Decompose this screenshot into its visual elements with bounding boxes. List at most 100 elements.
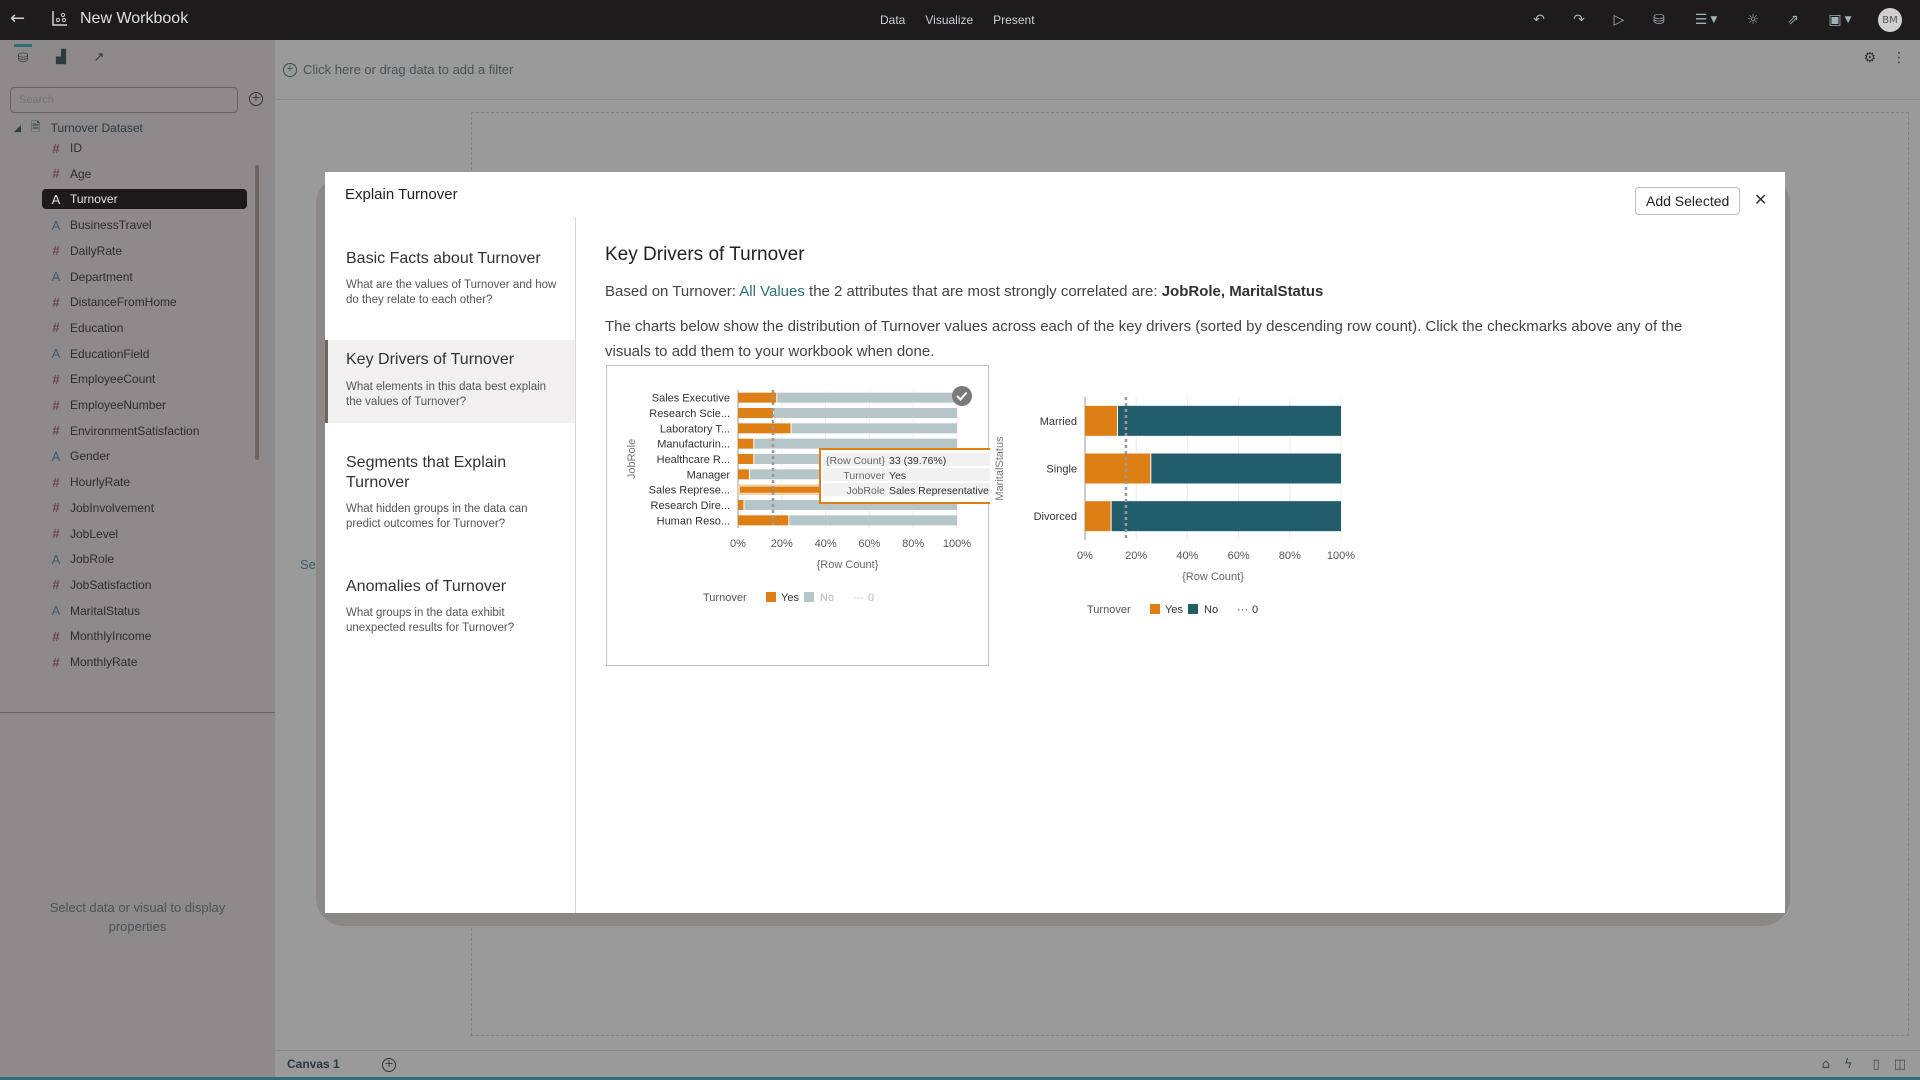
number-type-icon: #	[52, 166, 60, 182]
bar-no[interactable]	[1118, 405, 1341, 436]
dataset-node[interactable]: ◢ 🗎 Turnover Dataset	[14, 118, 143, 138]
bar-yes[interactable]	[738, 392, 777, 403]
bar-yes[interactable]	[738, 438, 754, 449]
visualizations-tab-icon[interactable]: ▟	[52, 50, 70, 68]
field-item[interactable]: # EmployeeCount	[42, 369, 247, 389]
field-item[interactable]: A Turnover	[42, 189, 247, 210]
canvas-toolbar: ⚙ ⋮	[1863, 50, 1906, 66]
field-item[interactable]: A Gender	[42, 446, 247, 466]
field-item[interactable]: # MonthlyIncome	[42, 626, 247, 646]
tree-scrollbar[interactable]	[255, 165, 259, 460]
bar-yes[interactable]	[1085, 501, 1111, 532]
analytics-tab-icon[interactable]: ↗	[90, 50, 108, 68]
close-icon[interactable]: ✕	[1754, 190, 1767, 210]
text-type-icon: A	[51, 448, 61, 464]
nav-anomalies[interactable]: Anomalies of Turnover What groups in the…	[325, 577, 575, 636]
field-item[interactable]: # Age	[42, 164, 247, 184]
save-menu-icon[interactable]: ▣ ▼	[1824, 10, 1856, 30]
auto-insights-icon[interactable]: ⚙	[1863, 50, 1876, 66]
right-panel-toggle-icon[interactable]: ◫	[1894, 1057, 1906, 1072]
field-item[interactable]: A BusinessTravel	[42, 215, 247, 235]
field-item[interactable]: # DailyRate	[42, 241, 247, 261]
legend-label-no[interactable]: No	[820, 592, 834, 604]
bar-no[interactable]	[777, 392, 957, 403]
add-filter-prompt[interactable]: + Click here or drag data to add a filte…	[283, 62, 513, 77]
field-item[interactable]: # DistanceFromHome	[42, 292, 247, 312]
bar-yes[interactable]	[1085, 453, 1151, 484]
field-item[interactable]: # Education	[42, 318, 247, 338]
bar-no[interactable]	[774, 408, 957, 418]
undo-icon[interactable]: ↶	[1530, 10, 1548, 30]
bar-yes[interactable]	[738, 500, 744, 510]
summary-text: Based on Turnover: All Values the 2 attr…	[605, 283, 1765, 300]
bar-yes[interactable]	[738, 408, 774, 418]
field-name: EmployeeNumber	[70, 398, 167, 412]
collapse-triangle-icon[interactable]: ◢	[14, 123, 21, 134]
tab-data[interactable]: Data	[880, 13, 905, 27]
redo-icon[interactable]: ↷	[1570, 10, 1588, 30]
insights-lightbulb-icon[interactable]: ☼	[1744, 10, 1762, 30]
nav-basic-facts[interactable]: Basic Facts about Turnover What are the …	[325, 249, 575, 308]
field-name: JobSatisfaction	[70, 577, 152, 592]
bar-no[interactable]	[1111, 501, 1341, 532]
field-item[interactable]: # JobInvolvement	[42, 498, 247, 518]
play-icon[interactable]: ▷	[1610, 10, 1628, 30]
bar-no[interactable]	[791, 423, 957, 434]
field-item[interactable]: # EmployeeNumber	[42, 395, 247, 415]
filter-bar[interactable]: + Click here or drag data to add a filte…	[275, 40, 1920, 100]
field-item[interactable]: A MaritalStatus	[42, 601, 247, 621]
bar-yes[interactable]	[738, 515, 789, 526]
field-item[interactable]: # HourlyRate	[42, 472, 247, 492]
search-input[interactable]	[10, 87, 238, 113]
left-panel-toggle-icon[interactable]: ▯	[1873, 1057, 1880, 1072]
field-item[interactable]: # JobLevel	[42, 524, 247, 544]
field-item[interactable]: # EnvironmentSatisfaction	[42, 421, 247, 441]
tab-visualize[interactable]: Visualize	[925, 13, 973, 27]
nav-segments[interactable]: Segments that Explain Turnover What hidd…	[325, 453, 575, 532]
maritalstatus-chart-card[interactable]: 0% 20% 40% 60% 80% 100% Married Single Divorced M…	[985, 365, 1405, 666]
tab-present[interactable]: Present	[993, 13, 1034, 27]
bar-yes[interactable]	[738, 469, 749, 480]
refresh-data-icon[interactable]: ⛁	[1650, 10, 1668, 30]
back-arrow-icon[interactable]: ←	[10, 8, 25, 29]
bar-no[interactable]	[789, 515, 957, 526]
text-type-icon: A	[51, 346, 61, 362]
add-selected-button[interactable]: Add Selected	[1635, 187, 1741, 215]
jobrole-chart-card[interactable]: 0% 20% 40% 60% 80% 100% Sales Executive Researc…	[606, 365, 1018, 666]
bar-yes[interactable]	[738, 454, 754, 464]
add-canvas-icon[interactable]: +	[382, 1058, 396, 1072]
legend-label-no[interactable]: No	[1204, 604, 1218, 616]
category-label: Manufacturin...	[657, 439, 730, 451]
lightning-icon[interactable]: ϟ	[1844, 1057, 1853, 1072]
x-axis-label: {Row Count}	[817, 559, 879, 571]
field-item[interactable]: # JobSatisfaction	[42, 575, 247, 595]
field-item[interactable]: A Department	[42, 267, 247, 287]
bar-yes[interactable]	[738, 423, 791, 434]
number-type-icon: #	[52, 371, 60, 387]
dataset-name: Turnover Dataset	[50, 121, 143, 135]
tooltip-value: Sales Representative	[889, 485, 989, 497]
selected-check-icon[interactable]	[952, 386, 972, 406]
bar-yes[interactable]	[1085, 405, 1117, 436]
data-tab-icon[interactable]: ⛁	[14, 44, 32, 66]
format-brush-icon[interactable]: ⌂	[1822, 1057, 1830, 1072]
all-values-link[interactable]: All Values	[739, 283, 805, 300]
legend-label-yes[interactable]: Yes	[1165, 604, 1183, 616]
bar-no[interactable]	[1151, 453, 1341, 484]
field-item[interactable]: # ID	[42, 138, 247, 158]
top-bar: ← New Workbook Data Visualize Present ↶ …	[0, 0, 1920, 40]
user-avatar[interactable]: BM	[1878, 8, 1902, 32]
more-options-icon[interactable]: ⋮	[1892, 50, 1906, 66]
field-item[interactable]: A JobRole	[42, 549, 247, 569]
field-item[interactable]: A EducationField	[42, 344, 247, 364]
check-badge-circle[interactable]	[952, 386, 972, 406]
legend-label-yes[interactable]: Yes	[781, 592, 799, 604]
export-icon[interactable]: ⇗	[1784, 10, 1802, 30]
field-item[interactable]: # MonthlyRate	[42, 652, 247, 672]
add-data-icon[interactable]: +	[249, 92, 263, 106]
tooltip-label: Turnover	[843, 470, 885, 482]
nav-key-drivers[interactable]: Key Drivers of Turnover What elements in…	[325, 340, 575, 423]
narrative-menu-icon[interactable]: ☰ ▼	[1690, 10, 1722, 30]
legend-reference-dots: ···	[1237, 604, 1248, 616]
bar-no[interactable]	[754, 438, 957, 449]
